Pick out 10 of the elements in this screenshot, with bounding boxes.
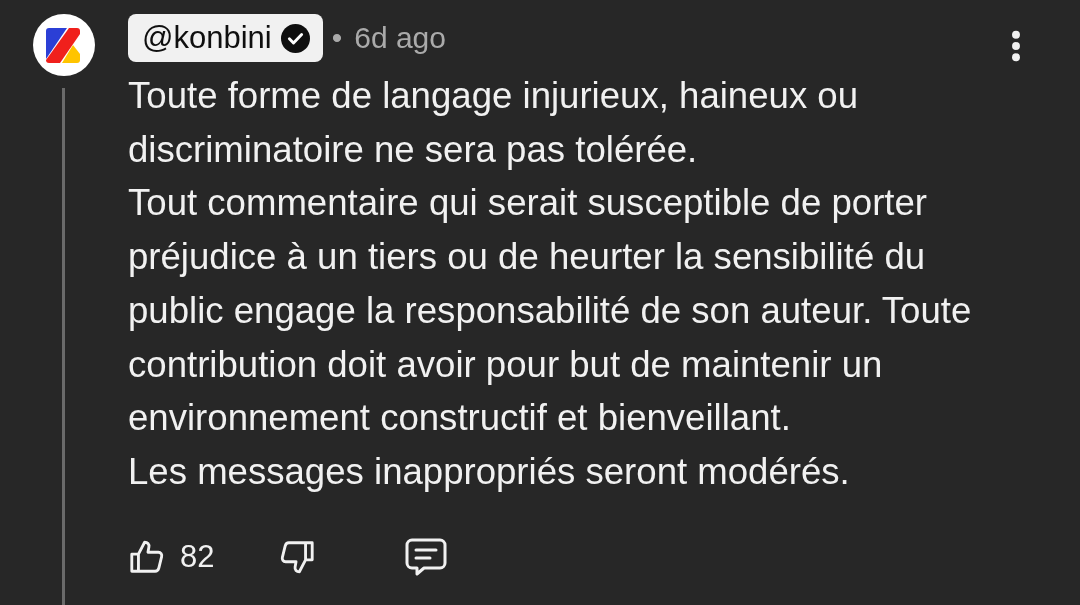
author-handle-chip[interactable]: @konbini [128,14,323,62]
comment-text: Les messages inappropriés seront modérés. [128,449,851,494]
comment-text: Tout commentaire qui serait susceptible de porter préjudice à un tiers ou de heurter la sensibilité du public engage la responsabilité de son auteur. Toute contribution doit avoir pour but de maintenir un environnement constructif et bienveillant. [128,181,973,441]
more-options-icon[interactable] [1011,30,1021,62]
comment-time: 6d ago [354,21,446,55]
comment-text: Toute forme de langage injurieux, haineux ou discriminatoire ne sera pas tolérée. [128,74,860,172]
comment-bubble-icon[interactable] [404,536,449,577]
like-button[interactable]: 82 [128,537,215,576]
separator-dot: • [331,21,343,55]
logo-avatar-icon[interactable] [33,14,95,76]
